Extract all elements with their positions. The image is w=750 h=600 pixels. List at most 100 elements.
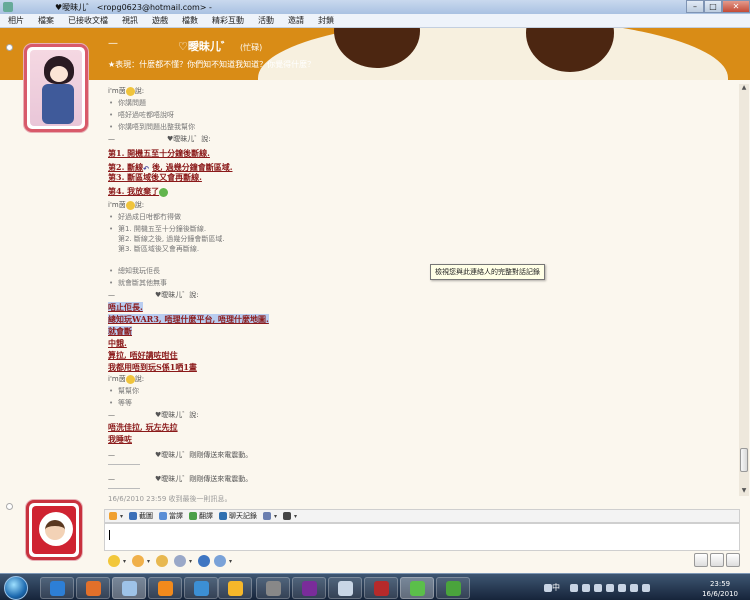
tray-flag-icon[interactable] [594,584,602,592]
internet-explorer-icon [50,581,65,596]
contact-avatar[interactable] [24,44,88,132]
voice-clip-icon[interactable] [174,555,187,567]
tray-ime-icon[interactable] [570,584,578,592]
last-message-timestamp: 16/6/2010 23:59 收到最後一則訊息。 [108,495,232,503]
games-button[interactable]: ▾ [263,512,277,520]
pen-icon[interactable] [710,553,724,567]
conversation-history: i'm茵說: 你講問題 唔好過咗都唔說呀 你講唔到問題出整我幫你 —♥曖昧儿゛說… [108,86,736,496]
screenshot-button[interactable]: 截圖 [129,511,153,521]
taskbar-qq[interactable] [218,577,252,599]
system-tray: 中 23:59 16/6/2010 [542,576,742,600]
collapse-contact-icon[interactable] [6,44,13,51]
taskbar-notepad[interactable] [328,577,362,599]
input-language[interactable]: 中 [552,582,560,593]
scroll-thumb[interactable] [740,448,748,472]
warcraft-icon [302,581,317,596]
message-line: 第4. 我放棄了 [108,186,169,197]
voice-dropdown-icon[interactable]: ▾ [189,558,192,565]
dictionary-button[interactable]: 翻譯 [189,511,213,521]
taskbar-firefox[interactable] [76,577,110,599]
menu-item-received-files[interactable]: 已接收文檔 [68,15,108,26]
chat-history-button[interactable]: 聊天記錄 [219,511,257,521]
nudge-notice: — ♥曖昧儿゛剛剛傳送來電震動。 [108,475,253,483]
close-button[interactable]: ✕ [722,0,750,13]
translate-button[interactable]: 當譯 [159,511,183,521]
tray-app-icon[interactable] [618,584,626,592]
font-icon [109,512,117,520]
message-header: i'm茵 說: [108,86,145,96]
translate-icon [159,512,168,520]
contact-status: (忙碌) [240,43,263,52]
game-icon [266,581,281,596]
taskbar-game[interactable] [256,577,290,599]
tray-keyboard-icon[interactable] [582,584,590,592]
menu-item-photos[interactable]: 相片 [8,15,24,26]
tray-volume-icon[interactable] [642,584,650,592]
handwriting-icon[interactable] [694,553,708,567]
divider [108,464,140,465]
notepad-icon [338,581,353,596]
taskbar-media[interactable] [148,577,182,599]
scroll-down-icon[interactable]: ▼ [740,487,748,495]
tray-msn-icon[interactable] [606,584,614,592]
message-header: — ♥曖昧儿゛說: [108,411,199,419]
minimize-button[interactable]: – [686,0,704,13]
message-line: 唔止佢長. [108,302,143,312]
taskbar-photo[interactable] [364,577,398,599]
games-icon [263,512,272,520]
wink-dropdown-icon[interactable]: ▾ [147,558,150,565]
taskbar-ie[interactable] [40,577,74,599]
menu-item-invite[interactable]: 邀請 [288,15,304,26]
collapse-user-icon[interactable] [6,503,13,510]
menu-item-games[interactable]: 遊戲 [152,15,168,26]
tray-monitor-icon[interactable] [630,584,638,592]
clock[interactable]: 23:59 16/6/2010 [702,579,738,599]
banner-background-art [258,28,728,80]
message-line: 唔好過咗都唔說呀 [108,110,174,120]
wink-icon[interactable] [132,555,145,567]
message-line: 等等 [108,398,132,408]
text-mode-icon[interactable] [726,553,740,567]
people-icon [283,512,292,520]
maximize-button[interactable]: □ [704,0,722,13]
background-icon[interactable] [198,555,211,567]
taskbar-explorer[interactable] [112,577,146,599]
message-line: 第3. 斷區域後又會再斷線. [118,245,200,253]
message-line: 算拉, 唔好講咗咁住 [108,350,178,360]
scroll-up-icon[interactable]: ▲ [740,84,748,92]
message-line: 就會斷其他無事 [108,278,167,288]
window-title: ♥曖昧儿゛ <ropg0623@hotmail.com> - [55,2,212,12]
people-button[interactable]: ▾ [283,512,297,520]
history-icon [219,512,228,520]
menu-item-file[interactable]: 檔案 [38,15,54,26]
start-button-icon[interactable] [4,576,28,600]
emoticon-icon[interactable] [108,555,120,567]
messenger-taskbar-icon [410,581,425,596]
conversation-scrollbar[interactable]: ▲ ▼ [739,84,749,496]
font-button[interactable]: ▾ [109,512,123,520]
nudge-icon[interactable] [156,555,169,567]
taskbar-app[interactable] [184,577,218,599]
title-bar: ♥曖昧儿゛ <ropg0623@hotmail.com> - – □ ✕ [0,0,750,14]
message-header: i'm茵 說: [108,200,145,210]
menu-item-video[interactable]: 視訊 [122,15,138,26]
emoticon-dropdown-icon[interactable]: ▾ [123,558,126,565]
user-avatar[interactable] [26,500,82,560]
tray-network-icon[interactable] [544,584,552,592]
explorer-icon [122,581,137,596]
gift-dropdown-icon[interactable]: ▾ [229,558,232,565]
menu-item-events[interactable]: 活動 [258,15,274,26]
message-input[interactable] [104,523,740,551]
contact-banner: — ♡曖昧儿゛ (忙碌) ★表現：什麼都不懂？你們知不知道我知道？你覺得什麼？ [0,28,750,80]
menu-item-block[interactable]: 封鎖 [318,15,334,26]
gift-icon[interactable] [214,555,227,567]
taskbar-warcraft[interactable] [292,577,326,599]
contact-avatar-image [30,50,82,126]
contact-name[interactable]: ♡曖昧儿゛ [178,38,232,54]
taskbar-messenger[interactable] [400,577,434,599]
menu-item-activities[interactable]: 精彩互動 [212,15,244,26]
message-header: i'm茵 說: [108,374,145,384]
contact-dash: — [108,38,118,49]
menu-item-data[interactable]: 檔數 [182,15,198,26]
taskbar-messenger-2[interactable] [436,577,470,599]
